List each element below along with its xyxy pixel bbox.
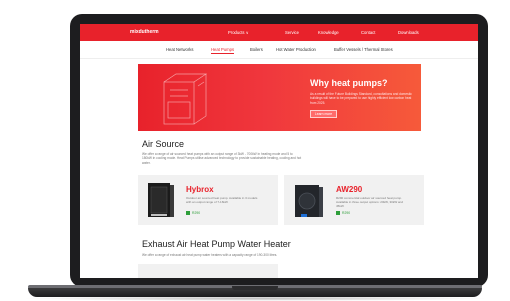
exhaust-air-title: Exhaust Air Heat Pump Water Heater [142, 239, 291, 249]
product-card-hybrox[interactable]: Hybrox Outdoor air sourced heat pump. Av… [138, 175, 278, 225]
hybrox-refrigerant-tag: R290 [186, 211, 201, 216]
hero-title: Why heat pumps? [310, 78, 388, 88]
nav-knowledge[interactable]: Knowledge [318, 30, 339, 35]
product-card-exhaust[interactable] [138, 264, 278, 278]
aw290-tag-label: R290 [342, 211, 351, 215]
laptop-notch [232, 286, 278, 290]
nav-contact[interactable]: Contact [361, 30, 375, 35]
aw290-title[interactable]: AW290 [336, 185, 362, 194]
hybrox-title[interactable]: Hybrox [186, 185, 214, 194]
leaf-icon [336, 211, 340, 216]
nav-downloads[interactable]: Downloads [398, 30, 419, 35]
aw290-refrigerant-tag: R290 [336, 211, 351, 216]
exhaust-air-text: We offer a range of exhaust air heat pum… [142, 253, 278, 257]
hybrox-description: Outdoor air sourced heat pump. Available… [186, 196, 258, 204]
hybrox-tag-label: R290 [192, 211, 201, 215]
hybrox-product-image [148, 183, 174, 217]
laptop-shadow [20, 296, 490, 301]
air-source-text: We offer a range of air sourced heat pum… [142, 152, 302, 165]
leaf-icon [186, 211, 190, 216]
site-logo[interactable]: mixdutherm [130, 29, 159, 35]
heat-pump-line-drawing-icon [163, 73, 208, 125]
category-subnav: Heat Networks Heat Pumps Boilers Hot Wat… [80, 41, 478, 59]
product-card-aw290[interactable]: AW290 R290 commercial outdoor air source… [284, 175, 424, 225]
learn-more-button[interactable]: Learn more [310, 110, 337, 118]
nav-service[interactable]: Service [285, 30, 299, 35]
aw290-description: R290 commercial outdoor air sourced heat… [336, 196, 403, 208]
subnav-buffer-vessels[interactable]: Buffer Vessels / Thermal Stores [334, 47, 393, 52]
subnav-hot-water-production[interactable]: Hot Water Production [276, 47, 316, 52]
subnav-heat-networks[interactable]: Heat Networks [166, 47, 193, 52]
nav-products[interactable]: Products ∨ [228, 30, 249, 35]
aw290-product-image [295, 185, 323, 217]
subnav-boilers[interactable]: Boilers [250, 47, 263, 52]
laptop-screen: mixdutherm Products ∨ Service Knowledge … [80, 24, 478, 278]
air-source-title: Air Source [142, 139, 185, 149]
hero-text: As a result of the Future Buildings Stan… [310, 92, 412, 105]
hero-banner: Why heat pumps? As a result of the Futur… [138, 64, 421, 131]
laptop-frame: mixdutherm Products ∨ Service Knowledge … [0, 0, 510, 301]
subnav-heat-pumps[interactable]: Heat Pumps [211, 47, 235, 54]
site-header: mixdutherm Products ∨ Service Knowledge … [80, 24, 478, 41]
